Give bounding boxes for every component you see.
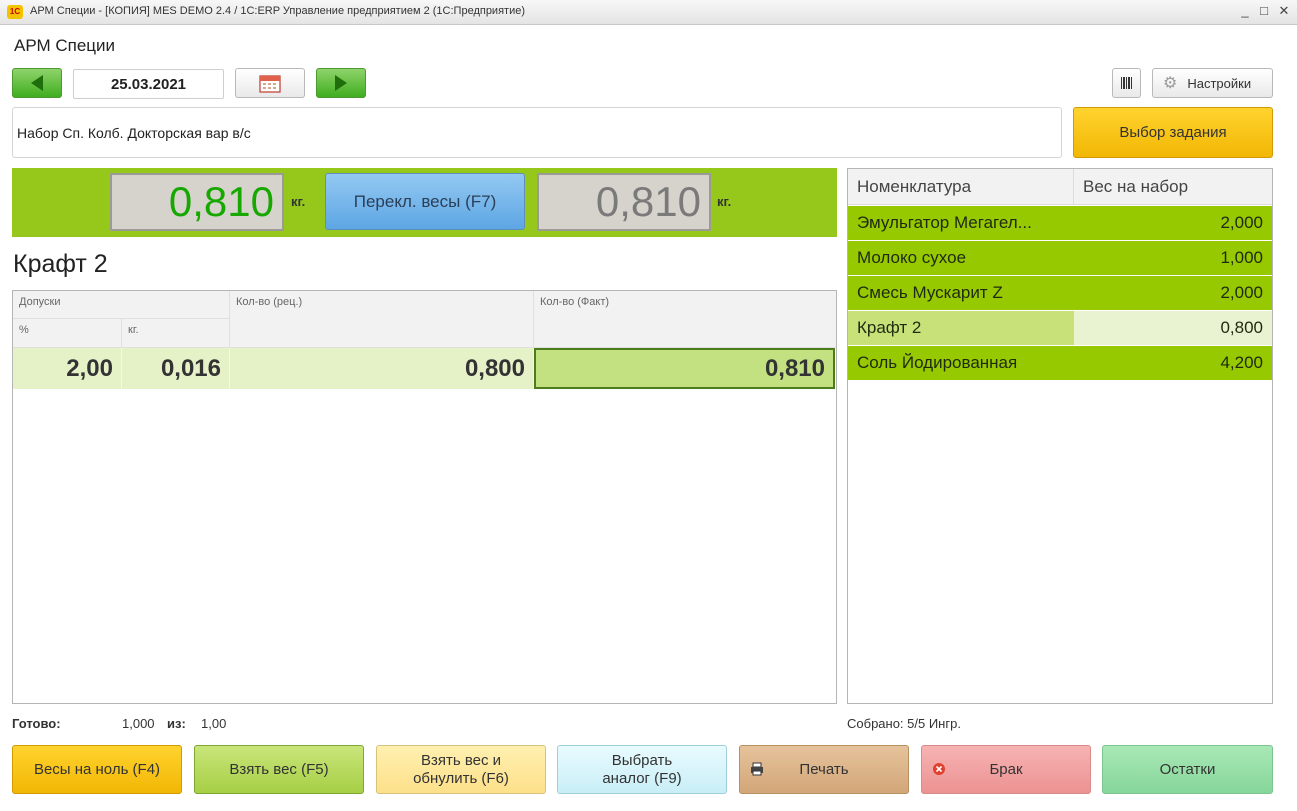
cell-qty-fact[interactable]: 0,810 [534,348,835,389]
ingredient-row[interactable]: Соль Йодированная 4,200 [848,346,1272,380]
print-label: Печать [799,760,849,778]
collected-status: Собрано: 5/5 Ингр. [847,716,961,731]
window-title: АРМ Специи - [КОПИЯ] MES DEMO 2.4 / 1С:E… [30,5,525,17]
ingredient-weight: 0,800 [1074,311,1272,345]
current-item-title: Крафт 2 [13,250,108,278]
header-qty-fact: Кол-во (Факт) [534,291,836,348]
settings-button[interactable]: ⚙ Настройки [1152,68,1273,98]
next-day-button[interactable] [316,68,366,98]
barcode-button[interactable] [1112,68,1141,98]
ingredient-row[interactable]: Смесь Мускарит Z 2,000 [848,276,1272,310]
ingredient-name: Молоко сухое [857,248,967,267]
zero-scales-button[interactable]: Весы на ноль (F4) [12,745,182,794]
app-title: АРМ Специи [14,36,116,55]
select-analog-button[interactable]: Выбрать аналог (F9) [557,745,727,794]
ingredient-weight: 2,000 [1220,213,1263,232]
scale2-display: 0,810 [537,173,711,231]
scale1-unit: кг. [291,194,306,209]
maximize-icon[interactable]: □ [1256,3,1272,19]
ingredient-name: Эмульгатор Мегагел... [857,213,1032,232]
ingredient-row[interactable]: Молоко сухое 1,000 [848,241,1272,275]
print-button[interactable]: Печать [739,745,909,794]
app-logo-icon: 1С [7,5,23,19]
select-task-button[interactable]: Выбор задания [1073,107,1273,158]
ingredients-header-name: Номенклатура [848,169,1074,205]
barcode-icon [1120,77,1132,89]
of-label: из: [167,716,186,731]
ready-value: 1,000 [122,716,155,731]
of-value: 1,00 [201,716,227,731]
date-field[interactable]: 25.03.2021 [73,69,224,99]
ingredient-weight: 4,200 [1220,353,1263,372]
close-icon[interactable]: ✕ [1276,3,1292,19]
prev-day-button[interactable] [12,68,62,98]
minimize-icon[interactable]: _ [1237,3,1253,19]
window-titlebar: 1С АРМ Специи - [КОПИЯ] MES DEMO 2.4 / 1… [0,0,1297,25]
ingredient-row[interactable]: Эмульгатор Мегагел... 2,000 [848,206,1272,240]
ingredients-header-weight: Вес на набор [1074,169,1272,205]
scale1-value: 0,810 [168,178,274,225]
header-tolerances: Допуски [13,291,230,319]
cell-percent[interactable]: 2,00 [13,348,122,389]
ready-label: Готово: [12,716,61,731]
ingredient-name: Смесь Мускарит Z [857,283,1003,302]
gear-icon: ⚙ [1163,75,1178,92]
ingredient-weight: 1,000 [1220,248,1263,267]
ingredient-name: Соль Йодированная [857,353,1018,372]
error-icon [932,762,946,781]
cell-qty-recipe[interactable]: 0,800 [230,348,534,389]
ingredient-name: Крафт 2 [848,311,1074,345]
take-weight-button[interactable]: Взять вес (F5) [194,745,364,794]
scale2-value: 0,810 [595,178,701,225]
arrow-left-icon [31,75,43,91]
printer-icon [750,762,764,781]
remains-button[interactable]: Остатки [1102,745,1273,794]
scale1-display: 0,810 [110,173,284,231]
arrow-right-icon [335,75,347,91]
header-kg: кг. [122,319,230,348]
header-percent: % [13,319,122,348]
task-field[interactable]: Набор Сп. Колб. Докторская вар в/с [12,107,1062,158]
ingredient-weight: 2,000 [1220,283,1263,302]
calendar-button[interactable] [235,68,305,98]
settings-label: Настройки [1187,75,1252,91]
header-qty-recipe: Кол-во (рец.) [230,291,534,348]
cell-kg[interactable]: 0,016 [122,348,230,389]
ingredient-row[interactable]: Крафт 2 0,800 [848,311,1272,345]
calendar-icon [259,75,281,93]
reject-label: Брак [989,760,1023,778]
take-weight-zero-button[interactable]: Взять вес и обнулить (F6) [376,745,546,794]
switch-scales-button[interactable]: Перекл. весы (F7) [325,173,525,230]
scale2-unit: кг. [717,194,732,209]
reject-button[interactable]: Брак [921,745,1091,794]
